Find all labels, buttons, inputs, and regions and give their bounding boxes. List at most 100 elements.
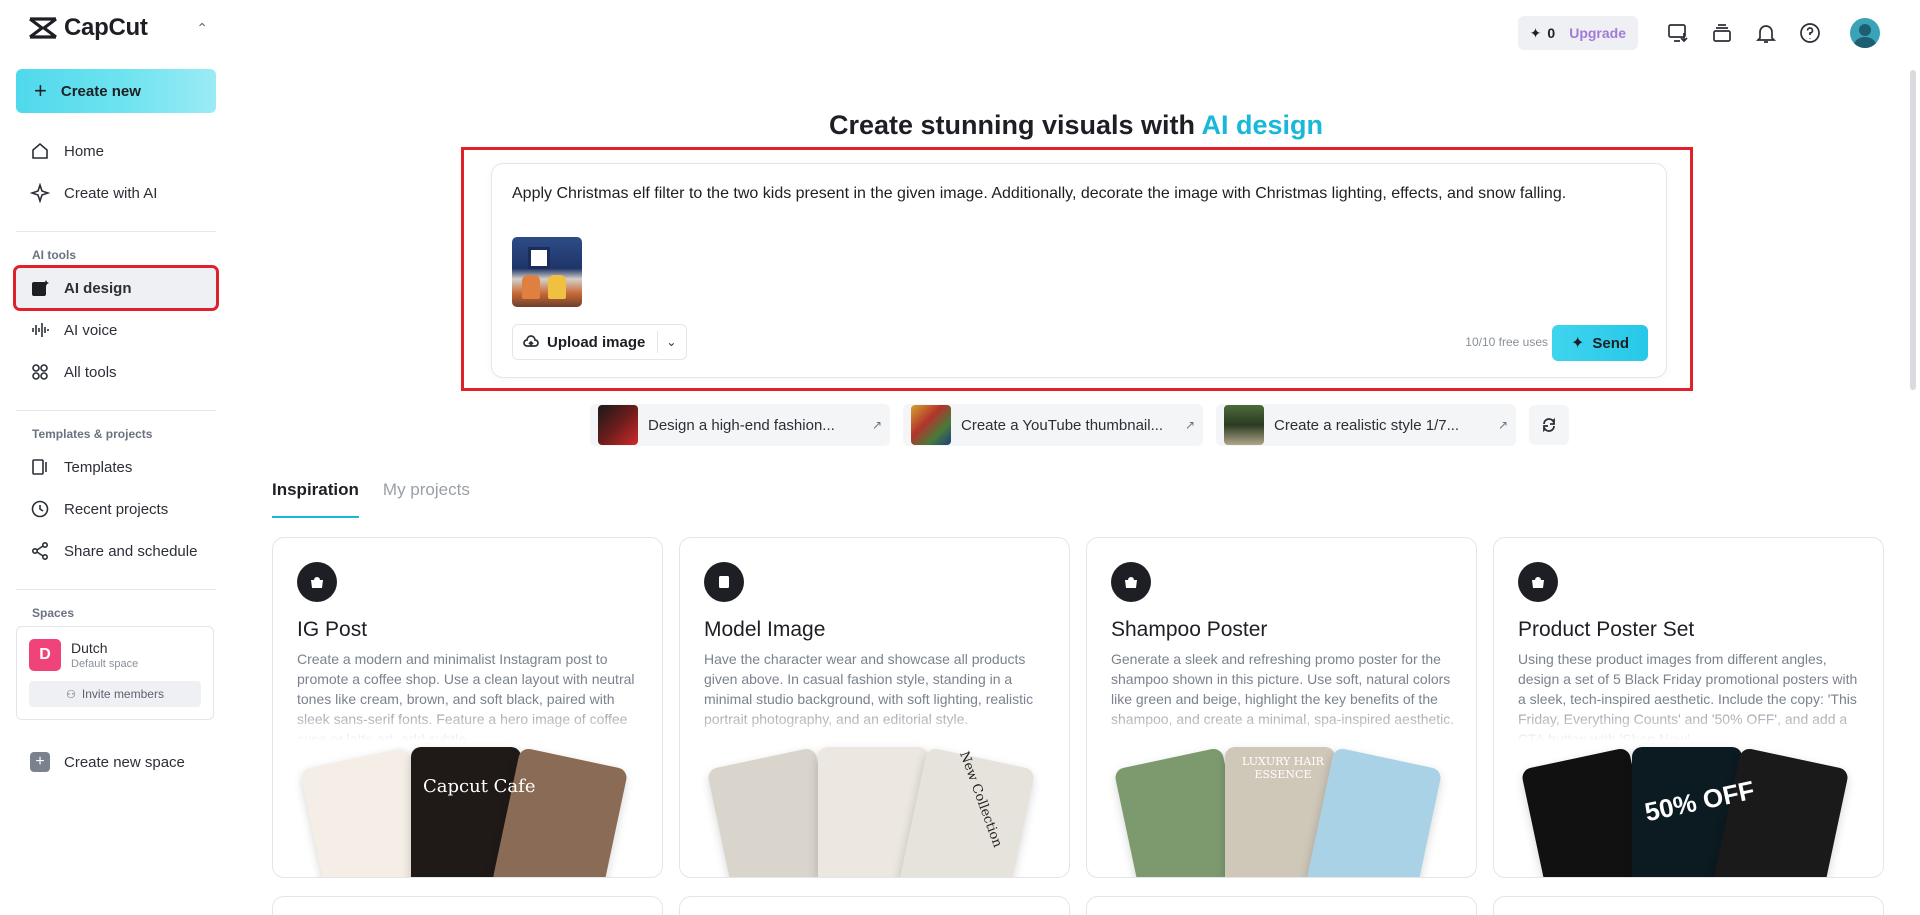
template-icon: [32, 459, 47, 475]
nav-label: All tools: [64, 363, 117, 381]
clock-icon: [31, 500, 49, 518]
nav-item-ai-design[interactable]: AI design: [13, 265, 219, 311]
nav-item-templates[interactable]: Templates: [16, 447, 216, 487]
prompt-input[interactable]: Apply Christmas elf filter to the two ki…: [512, 184, 1632, 204]
content-tabs: Inspiration My projects: [272, 480, 494, 518]
share-icon: [31, 541, 49, 561]
suggestion-label: Create a YouTube thumbnail...: [961, 416, 1164, 434]
upload-label: Upload image: [547, 333, 646, 351]
nav-item-all-tools[interactable]: All tools: [16, 352, 216, 392]
card-title: Model Image: [704, 618, 826, 641]
sparkle-icon: ✦: [1570, 335, 1585, 352]
sidebar: CapCut ⌃ + Create new Home Create with A…: [0, 0, 232, 915]
nav-label: Create with AI: [64, 184, 158, 202]
scrollbar[interactable]: [1910, 70, 1916, 390]
nav-label: Home: [64, 142, 105, 160]
card-preview-art: 50% OFF: [1494, 747, 1883, 877]
invite-label: Invite members: [81, 687, 164, 701]
divider: [657, 331, 659, 353]
prompt-box[interactable]: Apply Christmas elf filter to the two ki…: [491, 163, 1667, 378]
grid-icon: [32, 364, 48, 380]
chevron-updown-icon[interactable]: ⌃: [196, 20, 208, 37]
nav-label: Templates: [64, 458, 133, 476]
document-icon: [704, 562, 744, 602]
app-root: CapCut ⌃ + Create new Home Create with A…: [0, 0, 1920, 915]
ai-tools-heading: AI tools: [32, 248, 76, 262]
divider: [16, 589, 216, 590]
nav-label: AI voice: [64, 321, 118, 339]
card-preview-art: LUXURY HAIR ESSENCE: [1087, 747, 1476, 877]
refresh-suggestions-button[interactable]: [1529, 405, 1569, 445]
nav-label: Recent projects: [64, 500, 169, 518]
uploaded-image-thumbnail[interactable]: [512, 237, 582, 307]
card-description: Create a modern and minimalist Instagram…: [297, 651, 635, 741]
new-space-label: Create new space: [64, 753, 185, 771]
poster-caption: Capcut Cafe: [423, 776, 536, 797]
waveform-icon: [32, 323, 49, 337]
nav-label: AI design: [64, 279, 132, 297]
space-subtitle: Default space: [71, 658, 139, 670]
card-preview-art: Capcut Cafe: [273, 747, 662, 877]
card-description: Generate a sleek and refreshing promo po…: [1111, 651, 1455, 727]
inspiration-cards: IG Post Create a modern and minimalist I…: [272, 537, 1900, 878]
create-new-label: Create new: [60, 82, 141, 100]
inspiration-card-model-image[interactable]: Model Image Have the character wear and …: [679, 537, 1070, 878]
next-card-row: [272, 896, 1900, 915]
poster-caption: LUXURY HAIR ESSENCE: [1242, 755, 1324, 781]
suggestion-label: Create a realistic style 1/7...: [1274, 416, 1460, 434]
inspiration-card-product-poster-set[interactable]: Product Poster Set Using these product i…: [1493, 537, 1884, 878]
suggestion-chip[interactable]: Create a YouTube thumbnail... ↗: [903, 404, 1203, 446]
suggestion-thumbnail: [598, 405, 638, 445]
page-title: Create stunning visuals with AI design: [232, 110, 1920, 141]
space-name: Dutch: [71, 640, 108, 656]
bag-icon: [1111, 562, 1151, 602]
card-description: Using these product images from differen…: [1518, 651, 1858, 741]
capcut-logo-icon: [29, 17, 57, 39]
cloud-upload-icon: [523, 335, 539, 347]
space-card: D Dutch Default space ⚇ Invite members: [16, 626, 214, 720]
card-stub: [1086, 896, 1477, 915]
arrow-up-right-icon: ↗: [1184, 418, 1195, 432]
suggestion-chip[interactable]: Create a realistic style 1/7... ↗: [1216, 404, 1516, 446]
nav-item-share-schedule[interactable]: Share and schedule: [16, 531, 216, 571]
suggestion-chip[interactable]: Design a high-end fashion... ↗: [590, 404, 890, 446]
chevron-down-icon[interactable]: ⌄: [666, 335, 676, 349]
sparkle-icon: [30, 183, 50, 203]
send-button[interactable]: ✦ Send: [1552, 325, 1648, 361]
create-new-space-button[interactable]: + Create new space: [16, 742, 216, 782]
tab-inspiration[interactable]: Inspiration: [272, 480, 359, 518]
nav-item-ai-voice[interactable]: AI voice: [16, 310, 216, 350]
thumbnail-figure: [548, 275, 566, 299]
plus-square-icon: +: [30, 752, 50, 772]
thumbnail-figure: [522, 275, 540, 299]
headline-prefix: Create stunning visuals with: [828, 110, 1202, 140]
card-description: Have the character wear and showcase all…: [704, 651, 1034, 727]
app-name: CapCut: [64, 14, 148, 41]
suggestions-row: Design a high-end fashion... ↗ Create a …: [590, 404, 1569, 446]
create-new-button[interactable]: + Create new: [16, 69, 216, 113]
free-uses-counter: 10/10 free uses: [1465, 335, 1548, 349]
inspiration-card-shampoo-poster[interactable]: Shampoo Poster Generate a sleek and refr…: [1086, 537, 1477, 878]
suggestion-label: Design a high-end fashion...: [648, 416, 835, 434]
invite-members-button[interactable]: ⚇ Invite members: [29, 681, 201, 707]
card-stub: [1493, 896, 1884, 915]
bag-icon: [1518, 562, 1558, 602]
thumbnail-window: [528, 247, 550, 269]
nav-item-recent-projects[interactable]: Recent projects: [16, 489, 216, 529]
nav-item-home[interactable]: Home: [16, 131, 216, 171]
logo-row[interactable]: CapCut ⌃: [16, 0, 216, 56]
card-preview-art: New Collection: [680, 747, 1069, 877]
space-avatar: D: [29, 639, 61, 671]
space-header[interactable]: D Dutch Default space: [29, 639, 201, 671]
card-title: IG Post: [297, 618, 368, 641]
home-icon: [32, 142, 48, 159]
card-stub: [272, 896, 663, 915]
tab-my-projects[interactable]: My projects: [383, 480, 470, 518]
image-ai-icon: [32, 280, 49, 296]
nav-item-create-with-ai[interactable]: Create with AI: [16, 173, 216, 213]
upload-image-button[interactable]: Upload image ⌄: [512, 324, 688, 360]
plus-icon: +: [34, 78, 47, 103]
inspiration-card-ig-post[interactable]: IG Post Create a modern and minimalist I…: [272, 537, 663, 878]
card-stub: [679, 896, 1070, 915]
suggestion-thumbnail: [1224, 405, 1264, 445]
